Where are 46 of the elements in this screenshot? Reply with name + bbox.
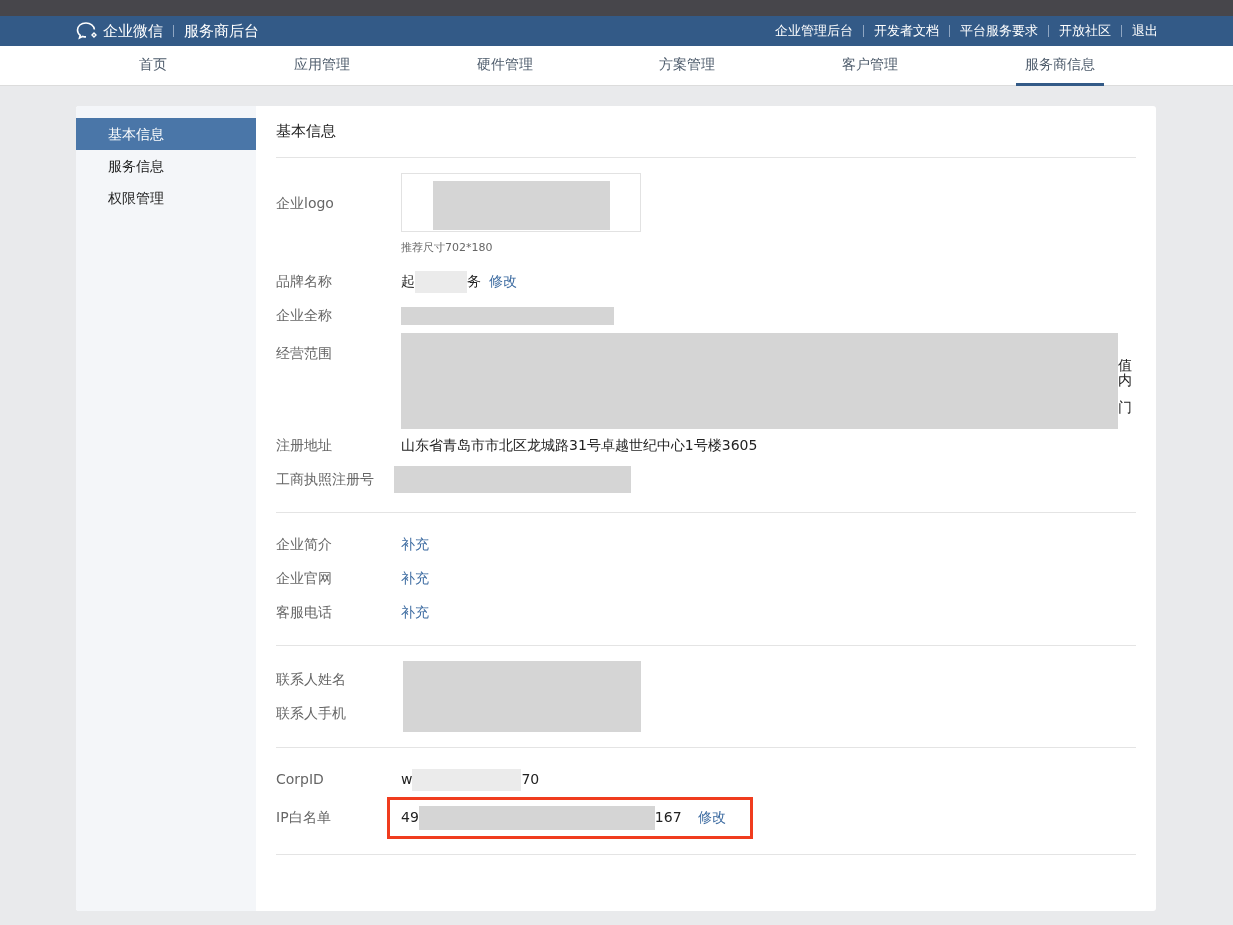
nav-tab[interactable]: 服务商信息 — [1015, 46, 1104, 86]
value-text: 值 — [1118, 358, 1132, 373]
size-hint: 推荐尺寸702*180 — [401, 240, 494, 256]
field-label: 工商执照注册号 — [276, 470, 375, 489]
sidebar-item[interactable]: 权限管理 — [76, 182, 256, 214]
header-link[interactable]: 企业管理后台 — [775, 21, 853, 41]
field-label: IP白名单 — [276, 808, 332, 827]
header-link[interactable]: 开放社区 — [1059, 21, 1111, 41]
value-text: w — [401, 770, 413, 789]
value-text: 167 — [654, 808, 682, 827]
field-label: 企业全称 — [276, 306, 333, 325]
value-text: 门 — [1118, 400, 1132, 415]
site-subtitle: 服务商后台 — [184, 20, 259, 42]
header-link[interactable]: 开发者文档 — [874, 21, 939, 41]
sidebar-item[interactable]: 服务信息 — [76, 150, 256, 182]
field-label: 企业logo — [276, 194, 335, 213]
header-link[interactable]: 平台服务要求 — [960, 21, 1038, 41]
header-link[interactable]: 退出 — [1132, 21, 1158, 41]
field-label: 品牌名称 — [276, 272, 333, 291]
field-label: 客服电话 — [276, 603, 333, 622]
field-label: 企业官网 — [276, 569, 333, 588]
add-link[interactable]: 补充 — [401, 534, 429, 555]
brand-name: 企业微信 — [103, 20, 163, 42]
value-text: 内 — [1118, 373, 1132, 388]
value-text: 山东省青岛市市北区龙城路31号卓越世纪中心1号楼3605 — [401, 436, 758, 455]
value-text: 49 — [401, 808, 419, 827]
value-text: 起 — [401, 272, 415, 291]
page-title: 基本信息 — [276, 106, 1136, 158]
add-link[interactable]: 补充 — [401, 568, 429, 589]
value-text: 务 — [467, 272, 481, 291]
field-label: 联系人手机 — [276, 704, 347, 723]
nav-tab[interactable]: 首页 — [130, 46, 177, 86]
field-label: CorpID — [276, 770, 325, 789]
value-text: 70 — [521, 770, 540, 789]
add-link[interactable]: 补充 — [401, 602, 429, 623]
nav-tab[interactable]: 硬件管理 — [467, 46, 542, 86]
nav-tab[interactable]: 客户管理 — [832, 46, 907, 86]
field-label: 注册地址 — [276, 436, 333, 455]
nav-tab[interactable]: 应用管理 — [285, 46, 359, 86]
edit-link[interactable]: 修改 — [697, 807, 726, 828]
field-label: 企业简介 — [276, 535, 333, 554]
edit-link[interactable]: 修改 — [489, 271, 517, 292]
sidebar-item[interactable]: 基本信息 — [76, 118, 256, 150]
field-label: 经营范围 — [276, 343, 333, 363]
field-label: 联系人姓名 — [276, 670, 347, 689]
nav-tab[interactable]: 方案管理 — [650, 46, 725, 86]
